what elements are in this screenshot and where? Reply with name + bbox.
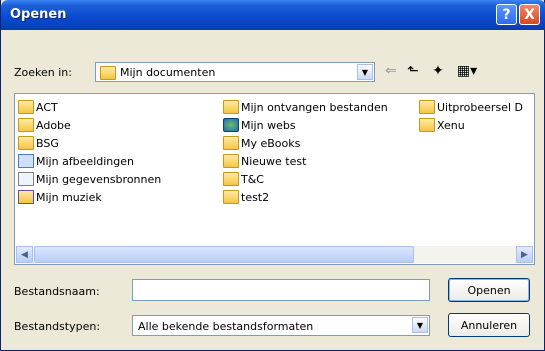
window-title: Openen xyxy=(10,7,67,22)
list-item-label: Mijn webs xyxy=(241,118,296,132)
look-in-label: Zoeken in: xyxy=(14,66,72,79)
pictures-folder-icon xyxy=(18,154,34,168)
data-sources-icon xyxy=(18,172,34,186)
folder-icon xyxy=(18,118,34,132)
list-item[interactable]: Nieuwe test xyxy=(223,153,306,169)
filename-input[interactable] xyxy=(132,279,430,301)
folder-icon xyxy=(18,136,34,150)
close-button[interactable]: X xyxy=(519,4,540,25)
list-item[interactable]: Mijn muziek xyxy=(18,189,102,205)
filetype-label: Bestandstypen: xyxy=(14,320,101,333)
list-item-label: Adobe xyxy=(36,118,71,132)
list-item-label: Mijn gegevensbronnen xyxy=(36,172,162,186)
file-list[interactable]: ACT Adobe BSG Mijn afbeeldingen Mijn geg… xyxy=(14,93,535,265)
folder-icon xyxy=(223,154,239,168)
scroll-thumb[interactable] xyxy=(34,246,414,263)
folder-icon xyxy=(18,100,34,114)
list-item[interactable]: ACT xyxy=(18,99,58,115)
new-folder-icon[interactable]: ✦ xyxy=(427,61,449,81)
list-item[interactable]: BSG xyxy=(18,135,59,151)
folder-icon xyxy=(100,66,116,80)
list-item-label: Mijn afbeeldingen xyxy=(36,154,134,168)
list-item-label: Xenu xyxy=(437,118,465,132)
webs-folder-icon xyxy=(223,118,239,132)
chevron-down-icon[interactable]: ▼ xyxy=(412,317,428,333)
horizontal-scrollbar[interactable]: ◀ ▶ xyxy=(16,246,533,263)
view-menu-icon[interactable]: ▦▾ xyxy=(453,61,481,81)
look-in-dropdown[interactable]: Mijn documenten ▼ xyxy=(95,62,375,82)
list-item-label: Mijn ontvangen bestanden xyxy=(241,100,388,114)
list-item[interactable]: Mijn afbeeldingen xyxy=(18,153,134,169)
list-item-label: My eBooks xyxy=(241,136,301,150)
title-bar[interactable]: Openen ? X xyxy=(1,0,545,30)
filename-label: Bestandsnaam: xyxy=(14,285,100,298)
filetype-value: Alle bekende bestandsformaten xyxy=(138,320,314,333)
folder-icon xyxy=(419,100,435,114)
list-item[interactable]: test2 xyxy=(223,189,269,205)
list-item[interactable]: My eBooks xyxy=(223,135,300,151)
look-in-value: Mijn documenten xyxy=(120,66,216,79)
list-item-label: T&C xyxy=(241,172,264,186)
list-item[interactable]: T&C xyxy=(223,171,264,187)
list-item[interactable]: Adobe xyxy=(18,117,71,133)
folder-icon xyxy=(419,118,435,132)
list-item[interactable]: Uitprobeersel D xyxy=(419,99,523,115)
scroll-right-icon[interactable]: ▶ xyxy=(516,246,533,263)
open-button[interactable]: Openen xyxy=(448,278,530,302)
open-dialog: Openen ? X Zoeken in: Mijn documenten ▼ … xyxy=(0,0,545,351)
folder-icon xyxy=(223,136,239,150)
list-item[interactable]: Mijn ontvangen bestanden xyxy=(223,99,388,115)
filetype-dropdown[interactable]: Alle bekende bestandsformaten ▼ xyxy=(132,315,430,336)
scroll-left-icon[interactable]: ◀ xyxy=(16,246,33,263)
list-item-label: Nieuwe test xyxy=(241,154,307,168)
list-item[interactable]: Xenu xyxy=(419,117,465,133)
chevron-down-icon[interactable]: ▼ xyxy=(357,64,373,80)
list-item[interactable]: Mijn webs xyxy=(223,117,296,133)
list-item-label: ACT xyxy=(36,100,58,114)
folder-icon xyxy=(223,190,239,204)
list-item[interactable]: Mijn gegevensbronnen xyxy=(18,171,161,187)
cancel-button[interactable]: Annuleren xyxy=(448,313,530,337)
music-folder-icon xyxy=(18,190,34,204)
list-item-label: BSG xyxy=(36,136,59,150)
list-item-label: Uitprobeersel D xyxy=(437,100,523,114)
folder-icon xyxy=(223,100,239,114)
up-folder-icon[interactable]: ⬑ xyxy=(403,61,423,81)
list-item-label: test2 xyxy=(241,190,270,204)
folder-icon xyxy=(223,172,239,186)
back-icon[interactable]: ⇐ xyxy=(382,61,400,81)
help-button[interactable]: ? xyxy=(496,4,517,25)
list-item-label: Mijn muziek xyxy=(36,190,102,204)
